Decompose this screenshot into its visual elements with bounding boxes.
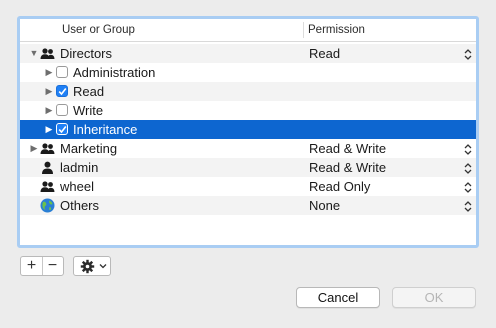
disclosure-collapsed-icon[interactable]: ▶ xyxy=(44,120,54,139)
add-remove-control: + − xyxy=(20,256,64,276)
row-name: ladmin xyxy=(60,160,99,175)
table-row-write[interactable]: ▶ Write xyxy=(20,101,476,120)
permission-popup[interactable]: Read xyxy=(309,44,340,63)
disclosure-collapsed-icon[interactable]: ▶ xyxy=(29,139,39,158)
popup-chevron-icon[interactable] xyxy=(464,199,472,212)
table-row-inheritance[interactable]: ▶ Inheritance xyxy=(20,120,476,139)
permission-popup[interactable]: Read & Write xyxy=(309,158,386,177)
row-name: wheel xyxy=(60,179,94,194)
column-header-user-or-group[interactable]: User or Group xyxy=(62,19,135,41)
checkmark-icon xyxy=(58,88,67,96)
action-menu-button[interactable] xyxy=(73,256,111,276)
row-name: Write xyxy=(73,103,104,118)
disclosure-collapsed-icon[interactable]: ▶ xyxy=(44,101,54,120)
popup-chevron-icon[interactable] xyxy=(464,47,472,60)
permission-popup[interactable]: None xyxy=(309,196,340,215)
table-row-others[interactable]: Others None xyxy=(20,196,476,215)
group-icon xyxy=(40,179,55,194)
checkbox-inheritance[interactable] xyxy=(56,123,68,135)
group-icon xyxy=(40,46,55,61)
popup-chevron-icon[interactable] xyxy=(464,142,472,155)
row-name: Marketing xyxy=(60,141,118,156)
column-divider xyxy=(303,22,304,38)
group-icon xyxy=(40,141,55,156)
popup-chevron-icon[interactable] xyxy=(464,180,472,193)
disclosure-collapsed-icon[interactable]: ▶ xyxy=(44,82,54,101)
user-icon xyxy=(40,160,55,175)
globe-icon xyxy=(40,198,55,213)
row-name: Directors xyxy=(60,46,113,61)
table-row-marketing[interactable]: ▶ Marketing Read & Write xyxy=(20,139,476,158)
checkmark-icon xyxy=(58,126,67,134)
row-name: Read xyxy=(73,84,105,99)
chevron-down-icon xyxy=(99,264,107,269)
remove-button[interactable]: − xyxy=(42,257,63,275)
checkbox-read[interactable] xyxy=(56,85,68,97)
permissions-table[interactable]: User or Group Permission ▼ Directors Rea… xyxy=(17,16,479,248)
ok-button[interactable]: OK xyxy=(392,287,476,308)
permission-popup[interactable]: Read Only xyxy=(309,177,370,196)
permission-popup[interactable]: Read & Write xyxy=(309,139,386,158)
popup-chevron-icon[interactable] xyxy=(464,161,472,174)
empty-row xyxy=(20,215,476,245)
row-name: Inheritance xyxy=(73,122,138,137)
disclosure-expanded-icon[interactable]: ▼ xyxy=(29,44,39,63)
row-name: Others xyxy=(60,198,100,213)
gear-icon xyxy=(80,259,95,274)
table-row-directors[interactable]: ▼ Directors Read xyxy=(20,44,476,63)
table-header: User or Group Permission xyxy=(20,19,476,42)
cancel-button[interactable]: Cancel xyxy=(296,287,380,308)
disclosure-collapsed-icon[interactable]: ▶ xyxy=(44,63,54,82)
table-row-ladmin[interactable]: ladmin Read & Write xyxy=(20,158,476,177)
add-button[interactable]: + xyxy=(21,257,43,275)
row-name: Administration xyxy=(73,65,156,80)
table-row-administration[interactable]: ▶ Administration xyxy=(20,63,476,82)
column-header-permission[interactable]: Permission xyxy=(308,19,365,41)
table-row-wheel[interactable]: wheel Read Only xyxy=(20,177,476,196)
table-row-read[interactable]: ▶ Read xyxy=(20,82,476,101)
checkbox-write[interactable] xyxy=(56,104,68,116)
checkbox-administration[interactable] xyxy=(56,66,68,78)
